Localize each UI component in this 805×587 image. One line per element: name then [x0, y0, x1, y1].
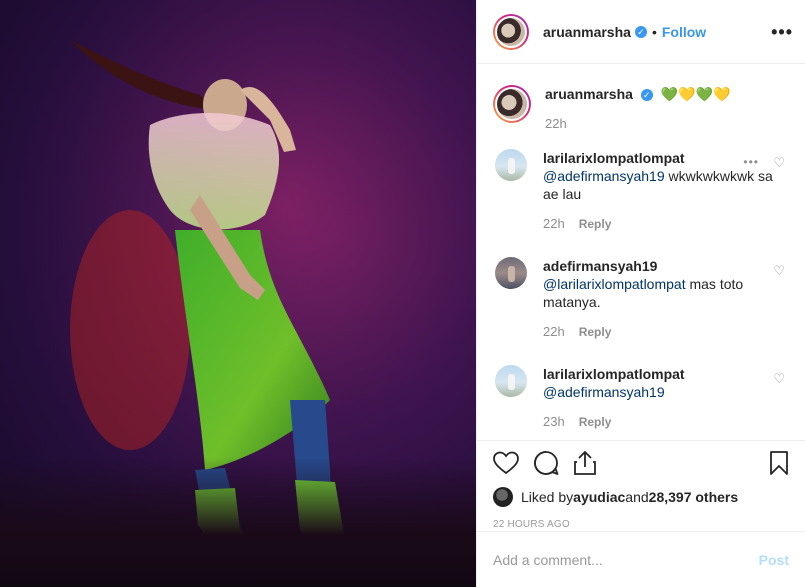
caption-username[interactable]: aruanmarsha — [545, 86, 633, 102]
post-photo[interactable] — [0, 0, 476, 587]
commenter-avatar[interactable] — [495, 365, 527, 397]
author-avatar[interactable] — [493, 13, 529, 50]
commenter-avatar[interactable] — [495, 149, 527, 181]
comment-options-icon[interactable]: ••• — [743, 155, 759, 169]
post-modal: aruanmarsha ✓ • Follow ••• aruanmarsha ✓… — [0, 0, 805, 587]
comment-mention[interactable]: @adefirmansyah19 — [543, 168, 665, 184]
liker-avatar[interactable] — [493, 487, 513, 507]
more-options-icon[interactable]: ••• — [771, 22, 793, 43]
share-icon[interactable] — [573, 450, 597, 476]
comment-mention[interactable]: @adefirmansyah19 — [543, 384, 665, 400]
reply-button[interactable]: Reply — [579, 415, 612, 429]
photo-floor-shade — [0, 457, 476, 587]
post-timestamp[interactable]: 22 HOURS AGO — [493, 519, 789, 530]
comment-item: larilarixlompatlompat @adefirmansyah19 w… — [493, 149, 789, 233]
verified-badge-icon: ✓ — [634, 25, 647, 38]
bookmark-icon[interactable] — [769, 450, 789, 476]
comment-like-heart-icon[interactable]: ♡ — [773, 263, 785, 279]
comment-item: adefirmansyah19 @larilarixlompatlompat m… — [493, 257, 789, 341]
comment-time[interactable]: 22h — [543, 216, 565, 231]
comment-like-heart-icon[interactable]: ♡ — [773, 155, 785, 171]
caption-text: 💚💛💚💛 — [660, 86, 731, 102]
comment-icon[interactable] — [533, 450, 559, 476]
separator-dot: • — [651, 23, 657, 40]
reply-button[interactable]: Reply — [579, 325, 612, 339]
post-actions: Liked by ayudiac and 28,397 others 22 HO… — [477, 440, 805, 530]
comment-like-heart-icon[interactable]: ♡ — [773, 371, 785, 387]
comment-mention[interactable]: @larilarixlompatlompat — [543, 276, 686, 292]
comments-list[interactable]: aruanmarsha ✓ 💚💛💚💛 22h larilarixlompatlo… — [477, 65, 805, 439]
likes-count[interactable]: 28,397 others — [649, 489, 739, 505]
author-username[interactable]: aruanmarsha — [543, 24, 631, 40]
commenter-avatar[interactable] — [495, 257, 527, 289]
post-comment-button[interactable]: Post — [759, 552, 789, 568]
comment-time[interactable]: 22h — [543, 324, 565, 339]
likes-middle: and — [625, 489, 649, 505]
comment-time[interactable]: 23h — [543, 414, 565, 429]
heart-icon[interactable] — [493, 451, 519, 475]
verified-badge-icon: ✓ — [640, 89, 653, 102]
post-header: aruanmarsha ✓ • Follow ••• — [477, 0, 805, 64]
likes-summary: Liked by ayudiac and 28,397 others — [493, 487, 789, 507]
liker-username[interactable]: ayudiac — [573, 489, 625, 505]
action-icon-row — [493, 441, 789, 485]
follow-button[interactable]: Follow — [662, 24, 706, 40]
add-comment-bar: Post — [477, 531, 805, 587]
caption: aruanmarsha ✓ 💚💛💚💛 22h — [493, 85, 789, 133]
comment-item: larilarixlompatlompat @adefirmansyah19 2… — [493, 365, 789, 431]
caption-time[interactable]: 22h — [545, 115, 789, 133]
caption-avatar[interactable] — [493, 85, 531, 123]
reply-button[interactable]: Reply — [579, 217, 612, 231]
add-comment-input[interactable] — [493, 551, 753, 568]
post-side-panel: aruanmarsha ✓ • Follow ••• aruanmarsha ✓… — [476, 0, 805, 587]
likes-prefix: Liked by — [521, 489, 574, 505]
commenter-username[interactable]: adefirmansyah19 — [543, 257, 789, 275]
commenter-username[interactable]: larilarixlompatlompat — [543, 365, 789, 383]
